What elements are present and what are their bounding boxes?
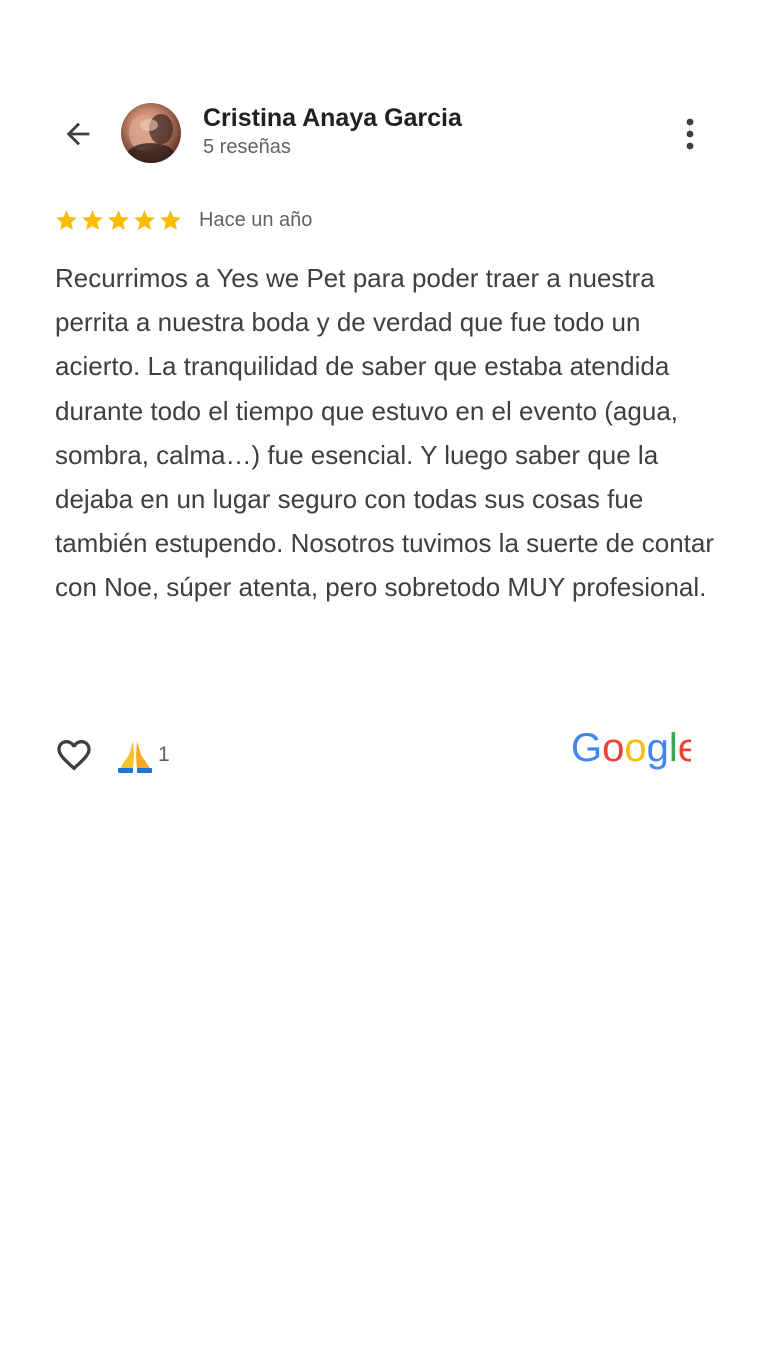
folded-hands-icon	[118, 741, 152, 773]
heart-outline-icon	[57, 740, 91, 771]
star-icon	[160, 209, 181, 230]
like-button[interactable]	[52, 733, 96, 777]
star-icon	[56, 209, 77, 230]
review-text: Recurrimos a Yes we Pet para poder traer…	[55, 263, 715, 603]
review-date: Hace un año	[199, 208, 313, 231]
svg-text:Google: Google	[571, 726, 691, 770]
google-logo: Google	[571, 726, 691, 770]
reaction-count: 1	[158, 743, 170, 766]
more-options-button[interactable]	[672, 112, 708, 156]
star-rating	[54, 208, 183, 233]
review-actions: 1	[52, 730, 170, 780]
review-header: Cristina Anaya Garcia 5 reseñas	[0, 100, 768, 170]
star-icon	[82, 209, 103, 230]
reviewer-name[interactable]: Cristina Anaya Garcia	[203, 104, 462, 133]
back-button[interactable]	[56, 114, 100, 154]
star-icon	[108, 209, 129, 230]
avatar[interactable]	[121, 103, 181, 163]
more-vert-icon	[686, 118, 694, 150]
reaction-button[interactable]: 1	[116, 736, 170, 774]
star-icon	[134, 209, 155, 230]
review-count: 5 reseñas	[203, 136, 291, 158]
arrow-left-icon	[66, 122, 90, 146]
rating-row: Hace un año	[54, 204, 312, 236]
